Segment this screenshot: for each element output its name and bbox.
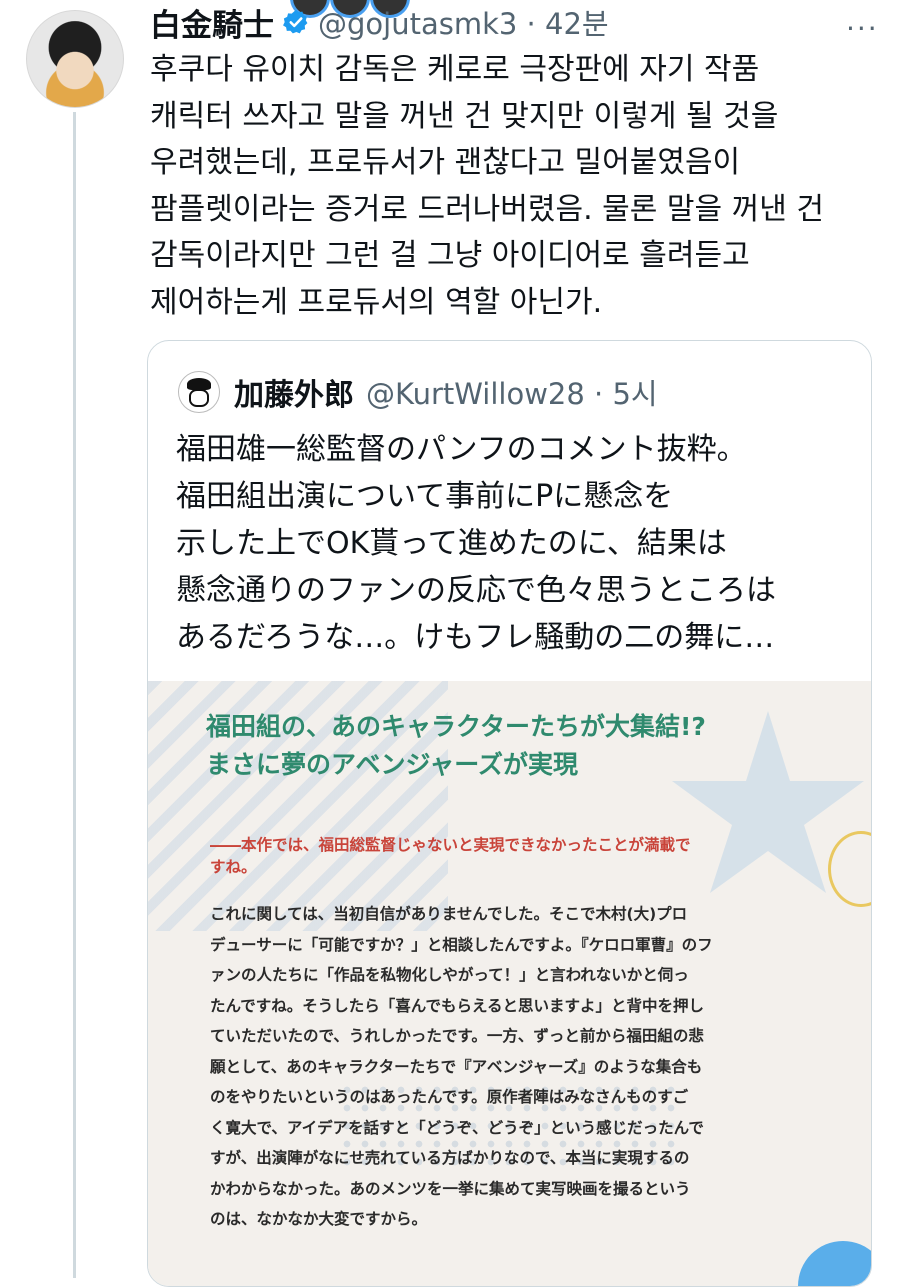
tweet-text-line: 후쿠다 유이치 감독은 케로로 극장판에 자기 작품 (150, 52, 760, 87)
pamphlet-answer-line: ァンの人たちに「作品を私物化しやがって！」と言われないかと伺っ (210, 966, 689, 984)
bubble-decoration (828, 831, 871, 907)
quoted-text-line: 福田組出演について事前にPに懸念を (176, 479, 674, 514)
pamphlet-answer-line: かわからなかった。あのメンツを一挙に集めて実写映画を撮るという (210, 1179, 691, 1198)
more-options-icon[interactable]: ··· (846, 12, 879, 45)
pamphlet-answer-line: すが、出演陣がなにせ売れている方ばかりなので、本当に実現するの (210, 1149, 690, 1167)
pamphlet-answer-line: ていただいたので、うれしかったです。一方、ずっと前から福田組の悲 (210, 1027, 704, 1045)
pamphlet-heading-line: まさに夢のアベンジャーズが実現 (206, 750, 579, 779)
quoted-tweet-card[interactable]: 加藤外郎 @KurtWillow28 · 5시 福田雄一総監督のパンフのコメント… (147, 340, 872, 1287)
tweet-text-line: 감독이라지만 그런 걸 그냥 아이디어로 흘려듣고 (150, 238, 750, 273)
tweet-text-line: 우려했는데, 프로듀서가 괜찮다고 밀어붙였음이 (150, 145, 741, 180)
quoted-text-line: あるだろうな…。けもフレ騒動の二の舞に… (176, 620, 775, 655)
quoted-tweet-image[interactable]: 福田組の、あのキャラクターたちが大集結!? まさに夢のアベンジャーズが実現 ――… (148, 681, 871, 1286)
pamphlet-answer-line: く寛大で、アイデアを話すと「どうぞ、どうぞ」という感じだったんで (210, 1118, 704, 1137)
pamphlet-answer-line: たんですね。そうしたら「喜んでもらえると思いますよ」と背中を押し (210, 996, 704, 1015)
pamphlet-heading-line: 福田組の、あのキャラクターたちが大集結!? (206, 712, 706, 741)
tweet-header: 白金騎士 @gojutasmk3 · 42분 (150, 1, 609, 44)
pamphlet-answer-line: 願として、あのキャラクターたちで『アベンジャーズ』のような集合も (210, 1057, 703, 1076)
quoted-text-line: 福田雄一総監督のパンフのコメント抜粋。 (176, 432, 747, 467)
pamphlet-question: ――本作では、福田総監督じゃないと実現できなかったことが満載で すね。 (210, 834, 691, 878)
tweet-text: 후쿠다 유이치 감독은 케로로 극장판에 자기 작품 캐릭터 쓰자고 말을 꺼낸… (150, 47, 880, 326)
pamphlet-answer: これに関しては、当初自信がありませんでした。そこで木村(大)プロ デューサーに「… (210, 899, 713, 1235)
pamphlet-answer-line: のは、なかなか大変ですから。 (210, 1210, 428, 1228)
pamphlet-answer-line: デューサーに「可能ですか？」と相談したんですよ。『ケロロ軍曹』のフ (210, 935, 713, 954)
author-display-name[interactable]: 白金騎士 (150, 0, 274, 45)
pamphlet-question-line: ――本作では、福田総監督じゃないと実現できなかったことが満載で (210, 836, 691, 854)
tweet-text-line: 제어하는게 프로듀서의 역할 아닌가. (150, 284, 603, 320)
quoted-tweet-header: 加藤外郎 @KurtWillow28 · 5시 (178, 371, 658, 413)
quoted-text-line: 示した上でOK貰って進めたのに、結果は (176, 526, 727, 561)
pamphlet-answer-line: これに関しては、当初自信がありませんでした。そこで木村(大)プロ (210, 905, 688, 923)
tweet-text-line: 팜플렛이라는 증거로 드러나버렸음. 물론 말을 꺼낸 건 (150, 191, 824, 227)
quoted-author-handle-time[interactable]: @KurtWillow28 · 5시 (366, 371, 658, 413)
tweet-text-line: 캐릭터 쓰자고 말을 꺼낸 건 맞지만 이렇게 될 것을 (150, 98, 779, 134)
quoted-author-display-name[interactable]: 加藤外郎 (234, 370, 354, 414)
quoted-tweet-text: 福田雄一総監督のパンフのコメント抜粋。 福田組出演について事前にPに懸念を 示し… (176, 426, 776, 661)
quoted-text-line: 懸念通りのファンの反応で色々思うところは (176, 573, 776, 608)
author-handle-time[interactable]: @gojutasmk3 · 42분 (318, 1, 609, 43)
quoted-author-avatar[interactable] (178, 371, 220, 413)
compose-fab-button[interactable] (798, 1241, 871, 1286)
author-avatar[interactable] (26, 10, 124, 108)
pamphlet-answer-line: のをやりたいというのはあったんです。原作者陣はみなさんものすご (210, 1088, 689, 1106)
thread-connector-line (73, 112, 76, 1278)
pamphlet-question-line: すね。 (210, 858, 257, 876)
pamphlet-heading: 福田組の、あのキャラクターたちが大集結!? まさに夢のアベンジャーズが実現 (206, 708, 706, 784)
verified-badge-icon (283, 9, 308, 34)
